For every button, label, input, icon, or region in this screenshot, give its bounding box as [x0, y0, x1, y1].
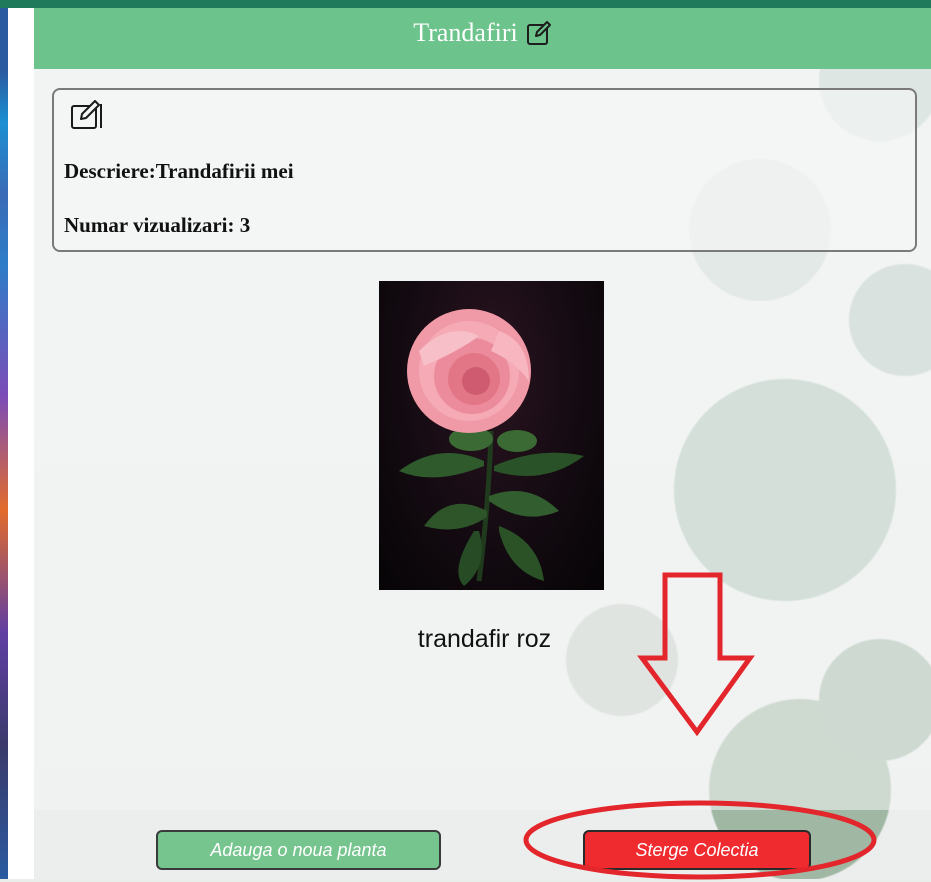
- annotation-circle: [523, 800, 877, 880]
- rose-image: [399, 309, 584, 586]
- window-margin: [8, 0, 34, 879]
- page-title: Trandafiri: [413, 17, 518, 47]
- view-count: Numar vizualizari: 3: [64, 213, 251, 237]
- desktop-edge: [0, 0, 8, 879]
- plant-name[interactable]: trandafir roz: [0, 625, 931, 654]
- collection-description: Descriere:Trandafirii mei: [64, 159, 294, 183]
- edit-icon[interactable]: [70, 100, 102, 130]
- plant-image[interactable]: [379, 281, 604, 590]
- edit-icon[interactable]: [526, 20, 552, 46]
- collection-header: Trandafiri: [34, 8, 931, 69]
- add-plant-button[interactable]: Adauga o noua planta: [156, 830, 441, 870]
- top-bar: [0, 0, 931, 8]
- annotation-arrow: [637, 572, 755, 737]
